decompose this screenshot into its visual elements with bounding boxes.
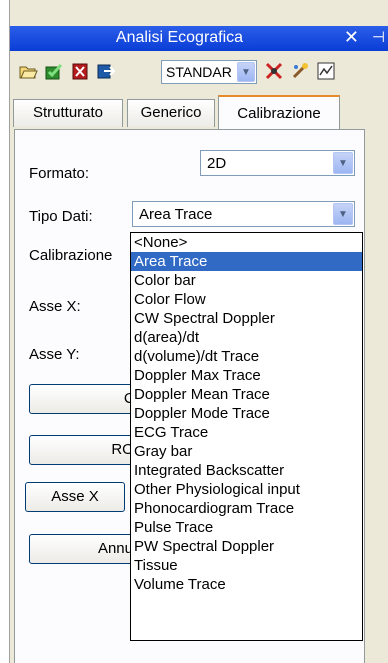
asse-x-button[interactable]: Asse X bbox=[25, 482, 125, 512]
tab-strip: Strutturato Generico Calibrazione bbox=[10, 95, 388, 129]
tab-label: Calibrazione bbox=[237, 105, 321, 122]
dropdown-option[interactable]: Doppler Max Trace bbox=[131, 366, 362, 385]
dropdown-option[interactable]: d(area)/dt bbox=[131, 328, 362, 347]
tipo-dati-label: Tipo Dati: bbox=[29, 208, 93, 225]
analysis-panel: Analisi Ecografica ✕ ⊣ STANDAR ▼ Struttu… bbox=[9, 0, 388, 663]
close-icon[interactable]: ✕ bbox=[344, 27, 359, 48]
dropdown-option[interactable]: <None> bbox=[131, 233, 362, 252]
dropdown-option[interactable]: Tissue bbox=[131, 556, 362, 575]
pin-icon[interactable]: ⊣ bbox=[372, 28, 385, 46]
chevron-down-icon[interactable]: ▼ bbox=[333, 152, 353, 174]
dropdown-option[interactable]: Color Flow bbox=[131, 290, 362, 309]
tipo-dati-value: Area Trace bbox=[139, 206, 213, 223]
tools-icon[interactable] bbox=[264, 61, 284, 81]
dropdown-option[interactable]: Color bar bbox=[131, 271, 362, 290]
formato-value: 2D bbox=[207, 155, 227, 172]
dropdown-option[interactable]: Other Physiological input bbox=[131, 480, 362, 499]
left-margin bbox=[0, 0, 9, 663]
dropdown-option[interactable]: Doppler Mean Trace bbox=[131, 385, 362, 404]
preset-select[interactable]: STANDAR ▼ bbox=[161, 60, 257, 84]
dropdown-option[interactable]: ECG Trace bbox=[131, 423, 362, 442]
open-icon[interactable] bbox=[18, 61, 38, 81]
asse-y-label: Asse Y: bbox=[29, 346, 80, 363]
dropdown-option[interactable]: d(volume)/dt Trace bbox=[131, 347, 362, 366]
delete-icon[interactable] bbox=[70, 61, 90, 81]
tab-label: Strutturato bbox=[32, 104, 104, 121]
dropdown-option[interactable]: Phonocardiogram Trace bbox=[131, 499, 362, 518]
tab-strutturato[interactable]: Strutturato bbox=[13, 99, 123, 127]
tab-generico[interactable]: Generico bbox=[127, 99, 215, 127]
dropdown-option[interactable]: Gray bar bbox=[131, 442, 362, 461]
tab-calibrazione[interactable]: Calibrazione bbox=[218, 95, 340, 129]
tipo-dati-select[interactable]: Area Trace ▼ bbox=[132, 201, 355, 227]
title-bar[interactable]: Analisi Ecografica ✕ ⊣ bbox=[10, 26, 388, 51]
preset-value: STANDAR bbox=[166, 64, 232, 80]
toolbar: STANDAR ▼ bbox=[10, 51, 388, 91]
window-title: Analisi Ecografica bbox=[115, 29, 244, 46]
dropdown-option[interactable]: Area Trace bbox=[131, 252, 362, 271]
dropdown-option[interactable]: Integrated Backscatter bbox=[131, 461, 362, 480]
asse-x-button-label: Asse X bbox=[51, 488, 99, 505]
tipo-dati-dropdown-list[interactable]: <None> Area Trace Color bar Color Flow CW Sp… bbox=[130, 232, 363, 641]
chart-icon[interactable] bbox=[316, 61, 336, 81]
formato-select[interactable]: 2D ▼ bbox=[200, 150, 355, 176]
chevron-down-icon[interactable]: ▼ bbox=[333, 203, 353, 225]
ok-check-icon[interactable] bbox=[44, 61, 64, 81]
export-icon[interactable] bbox=[96, 61, 116, 81]
dropdown-option[interactable]: Pulse Trace bbox=[131, 518, 362, 537]
formato-label: Formato: bbox=[29, 165, 90, 182]
calibrazione-label: Calibrazione bbox=[29, 247, 113, 264]
wizard-icon[interactable] bbox=[290, 61, 310, 81]
dropdown-option[interactable]: Doppler Mode Trace bbox=[131, 404, 362, 423]
dropdown-option[interactable]: CW Spectral Doppler bbox=[131, 309, 362, 328]
dropdown-option[interactable]: Volume Trace bbox=[131, 575, 362, 594]
asse-x-label: Asse X: bbox=[29, 298, 81, 315]
tab-label: Generico bbox=[140, 104, 202, 121]
chevron-down-icon[interactable]: ▼ bbox=[237, 62, 255, 82]
dropdown-option[interactable]: PW Spectral Doppler bbox=[131, 537, 362, 556]
